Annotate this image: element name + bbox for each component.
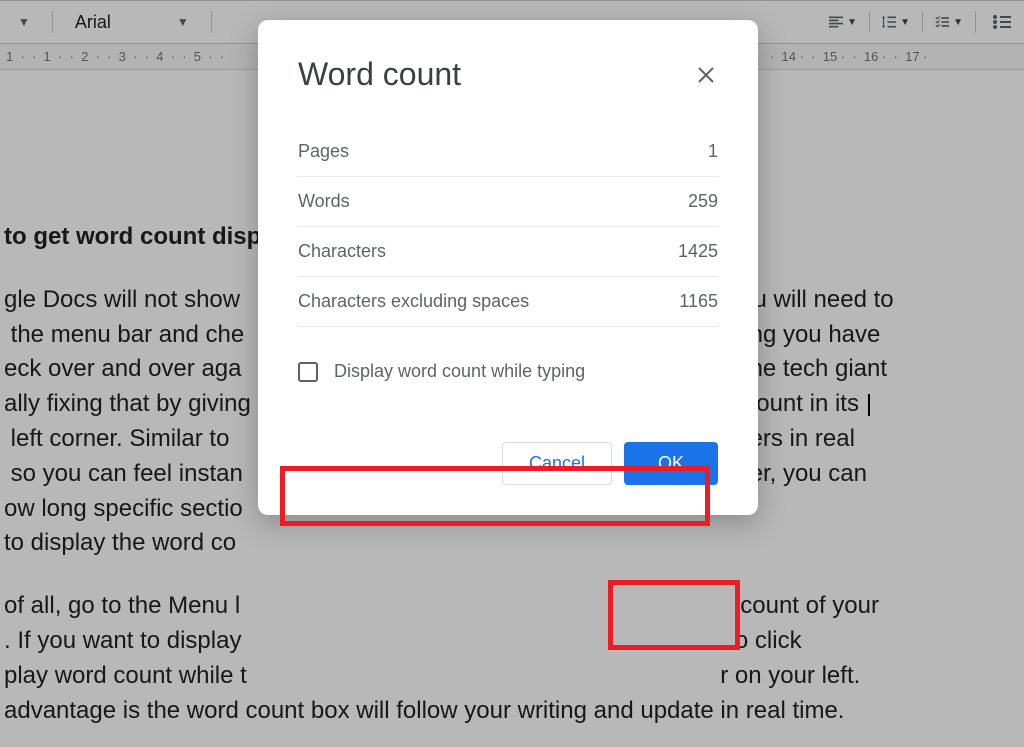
close-icon[interactable] <box>694 63 718 87</box>
stat-value: 259 <box>688 191 718 212</box>
toolbar-separator <box>869 11 870 33</box>
chevron-down-icon: ▼ <box>177 15 189 29</box>
font-name: Arial <box>75 12 111 33</box>
stat-characters: Characters 1425 <box>298 227 718 277</box>
stat-value: 1425 <box>678 241 718 262</box>
display-while-typing-checkbox[interactable]: Display word count while typing <box>298 351 718 392</box>
stat-value: 1 <box>708 141 718 162</box>
checklist-icon[interactable]: ▼ <box>935 8 963 36</box>
word-count-dialog: Word count Pages 1 Words 259 Characters … <box>258 20 758 515</box>
toolbar-separator <box>975 11 976 33</box>
chevron-down-icon: ▼ <box>847 17 857 28</box>
align-icon[interactable]: ▼ <box>829 8 857 36</box>
cancel-button[interactable]: Cancel <box>502 442 612 485</box>
toolbar-separator <box>922 11 923 33</box>
line-spacing-icon[interactable]: ▼ <box>882 8 910 36</box>
bulleted-list-icon[interactable] <box>988 8 1016 36</box>
checkbox-icon[interactable] <box>298 362 318 382</box>
ok-button[interactable]: OK <box>624 442 718 485</box>
doc-paragraph: of all, go to the Menu l count of your .… <box>4 589 1020 728</box>
stat-words: Words 259 <box>298 177 718 227</box>
chevron-down-icon: ▼ <box>900 17 910 28</box>
stat-pages: Pages 1 <box>298 127 718 177</box>
checkbox-label: Display word count while typing <box>334 361 585 382</box>
stat-value: 1165 <box>679 291 718 312</box>
stat-label: Pages <box>298 141 349 162</box>
chevron-down-icon: ▼ <box>953 17 963 28</box>
font-dropdown[interactable]: Arial ▼ <box>65 8 199 37</box>
toolbar-separator <box>52 11 53 33</box>
toolbar-separator <box>211 11 212 33</box>
stat-characters-no-spaces: Characters excluding spaces 1165 <box>298 277 718 327</box>
chevron-down-icon: ▼ <box>18 15 30 29</box>
stat-label: Words <box>298 191 350 212</box>
style-dropdown[interactable]: ▼ <box>8 11 40 33</box>
stat-label: Characters <box>298 241 386 262</box>
dialog-title: Word count <box>298 56 461 93</box>
stat-label: Characters excluding spaces <box>298 291 529 312</box>
